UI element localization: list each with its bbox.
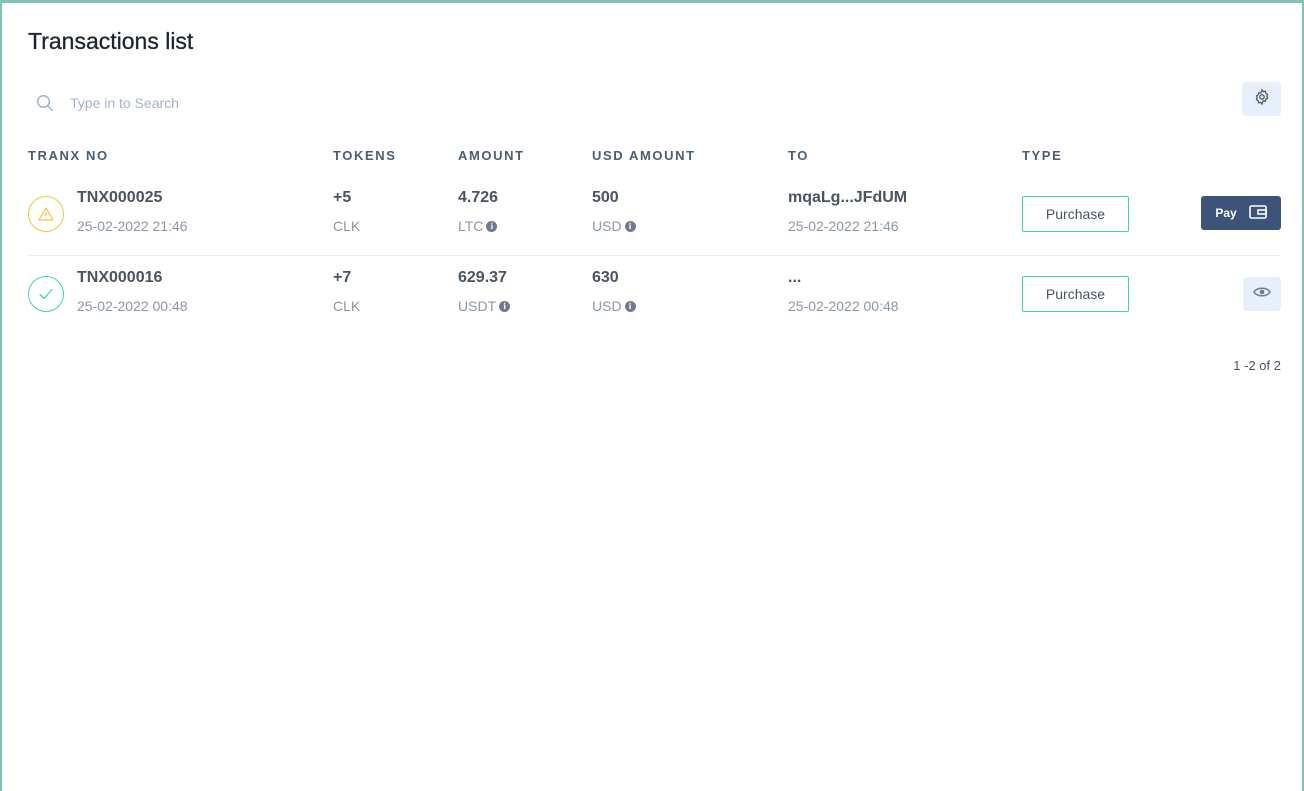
- usd-amount-value: 630: [592, 269, 619, 286]
- header-tokens: TOKENS: [333, 148, 397, 163]
- header-tranx-no: TRANX NO: [28, 148, 109, 163]
- token-symbol: CLK: [333, 218, 361, 234]
- page-title: Transactions list: [28, 28, 194, 54]
- tokens-cell: +7 CLK: [333, 269, 360, 314]
- tranx-date: 25-02-2022 21:46: [77, 218, 188, 234]
- header-amount: AMOUNT: [458, 148, 525, 163]
- amount-cell: 629.37 USDT i: [458, 269, 511, 314]
- usd-amount-cell: 630 USD i: [592, 269, 636, 314]
- token-symbol: CLK: [333, 298, 361, 314]
- to-date: 25-02-2022 21:46: [788, 218, 899, 234]
- usd-amount-value: 500: [592, 189, 619, 206]
- type-purchase-button[interactable]: Purchase: [1022, 196, 1129, 232]
- usd-amount-cell: 500 USD i: [592, 189, 636, 234]
- table-row: TNX000016 25-02-2022 00:48 +7 CLK 629.37…: [28, 256, 1281, 336]
- tranx-no: TNX000025: [77, 189, 163, 206]
- header-to: TO: [788, 148, 810, 163]
- header-usd-amount: USD AMOUNT: [592, 148, 696, 163]
- tokens-value: +7: [333, 269, 352, 286]
- pay-button[interactable]: Pay: [1201, 196, 1281, 230]
- tranx-cell: TNX000025 25-02-2022 21:46: [77, 189, 188, 234]
- check-icon: [28, 276, 64, 312]
- tranx-cell: TNX000016 25-02-2022 00:48: [77, 269, 188, 314]
- table-row: TNX000025 25-02-2022 21:46 +5 CLK 4.726 …: [28, 176, 1281, 256]
- wallet-icon: [1248, 204, 1267, 222]
- settings-button[interactable]: [1242, 82, 1281, 116]
- usd-currency: USD: [592, 298, 622, 314]
- amount-currency: USDT: [458, 298, 497, 314]
- tranx-no: TNX000016: [77, 269, 163, 286]
- info-icon[interactable]: i: [624, 220, 636, 232]
- view-button[interactable]: [1243, 277, 1281, 311]
- info-icon[interactable]: i: [499, 300, 511, 312]
- header-type: TYPE: [1022, 148, 1063, 163]
- search-bar: [28, 88, 628, 118]
- tranx-date: 25-02-2022 00:48: [77, 298, 188, 314]
- eye-icon: [1253, 285, 1271, 303]
- to-address: ...: [788, 269, 802, 286]
- amount-value: 629.37: [458, 269, 507, 286]
- to-address: mqaLg...JFdUM: [788, 189, 908, 206]
- amount-cell: 4.726 LTC i: [458, 189, 498, 234]
- amount-value: 4.726: [458, 189, 499, 206]
- page-frame: [0, 0, 1304, 791]
- info-icon[interactable]: i: [624, 300, 636, 312]
- tokens-cell: +5 CLK: [333, 189, 360, 234]
- amount-currency: LTC: [458, 218, 484, 234]
- info-icon[interactable]: i: [486, 220, 498, 232]
- to-cell: mqaLg...JFdUM 25-02-2022 21:46: [788, 189, 907, 234]
- search-icon: [34, 92, 56, 114]
- gear-icon: [1253, 88, 1271, 111]
- type-purchase-button[interactable]: Purchase: [1022, 276, 1129, 312]
- warning-icon: [28, 196, 64, 232]
- search-input[interactable]: [70, 95, 470, 111]
- tokens-value: +5: [333, 189, 352, 206]
- pagination-info: 1 -2 of 2: [1233, 358, 1281, 373]
- pay-label: Pay: [1215, 206, 1237, 220]
- to-cell: ... 25-02-2022 00:48: [788, 269, 899, 314]
- usd-currency: USD: [592, 218, 622, 234]
- to-date: 25-02-2022 00:48: [788, 298, 899, 314]
